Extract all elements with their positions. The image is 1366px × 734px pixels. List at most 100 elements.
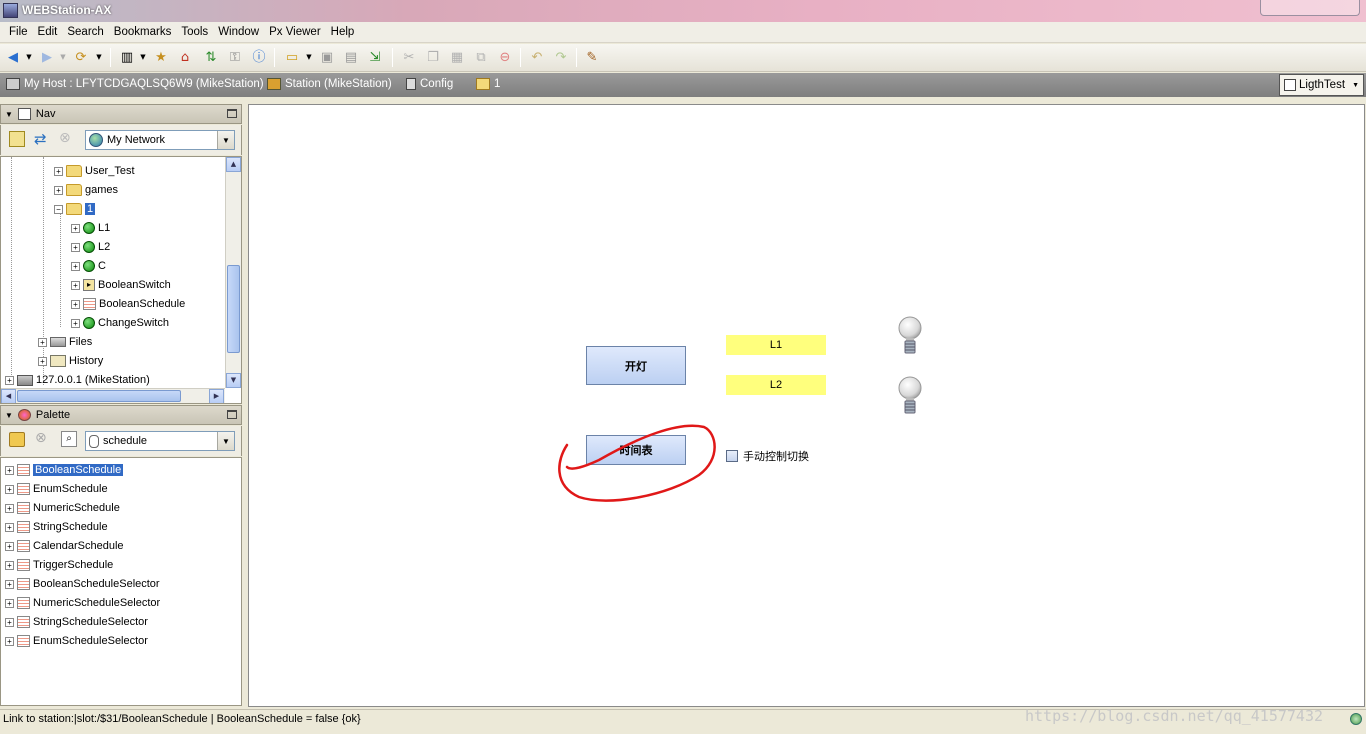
tree-item[interactable]: + User_Test [54,162,135,180]
palette-item[interactable]: + BooleanSchedule [5,461,124,479]
crumb-config[interactable]: Config [406,78,453,90]
menu-window[interactable]: Window [213,26,264,38]
window-controls[interactable] [1260,0,1360,16]
nav-horizontal-scrollbar[interactable]: ◀ ▶ [1,388,225,403]
scroll-thumb[interactable] [227,265,240,353]
open-icon[interactable]: ▭ [283,48,301,66]
maximize-icon[interactable] [227,109,237,118]
menu-bookmarks[interactable]: Bookmarks [109,26,177,38]
light-on-button[interactable]: 开灯 [586,346,686,385]
palette-item[interactable]: + CalendarSchedule [5,537,124,555]
expand-icon[interactable]: + [71,299,80,309]
copy-icon[interactable]: ❐ [424,48,442,66]
menu-help[interactable]: Help [326,26,360,38]
view-selector[interactable]: LigthTest ▼ [1279,74,1364,96]
chevron-down-icon[interactable]: ▼ [217,131,234,149]
tree-item[interactable]: + Files [38,333,92,351]
expand-icon[interactable]: + [71,223,80,233]
lock-icon[interactable]: ⚿ [226,48,244,66]
save-all-icon[interactable]: ▤ [342,48,360,66]
expand-icon[interactable]: + [71,280,80,290]
palette-item[interactable]: + BooleanScheduleSelector [5,575,160,593]
expand-icon[interactable]: + [71,242,80,252]
collapse-icon[interactable]: ▼ [5,110,13,119]
tree-item[interactable]: + games [54,181,118,199]
crumb-host[interactable]: My Host : LFYTCDGAQLSQ6W9 (MikeStation) [6,78,264,90]
scroll-up-icon[interactable]: ▲ [226,157,241,172]
expand-icon[interactable]: + [54,185,63,195]
palette-item[interactable]: + StringSchedule [5,518,108,536]
new-nav-icon[interactable] [9,131,25,147]
manual-toggle-checkbox[interactable]: 手动控制切换 [726,448,809,464]
expand-icon[interactable]: + [5,541,14,551]
palette-item[interactable]: + NumericSchedule [5,499,120,517]
close-icon[interactable]: ⊗ [59,130,71,146]
menu-tools[interactable]: Tools [176,26,213,38]
nav-header[interactable]: ▼ Nav [0,104,242,124]
open-dropdown-icon[interactable]: ▼ [300,48,318,66]
palette-header[interactable]: ▼ Palette [0,405,242,425]
edit-icon[interactable]: ✎ [583,48,601,66]
redo-icon[interactable]: ↷ [552,48,570,66]
export-icon[interactable]: ⇲ [366,48,384,66]
expand-icon[interactable]: + [38,337,47,347]
expand-icon[interactable]: + [5,617,14,627]
palette-select[interactable]: schedule ▼ [85,431,235,451]
refresh-icon[interactable]: ⟳ [72,48,90,66]
paste-icon[interactable]: ▦ [448,48,466,66]
tree-item[interactable]: + History [38,352,103,370]
bookmark-icon[interactable]: ★ [152,48,170,66]
expand-icon[interactable]: + [5,522,14,532]
cut-icon[interactable]: ✂ [400,48,418,66]
expand-icon[interactable]: + [5,503,14,513]
tree-item[interactable]: + BooleanSchedule [71,295,185,313]
scroll-down-icon[interactable]: ▼ [226,373,241,388]
checkbox-box[interactable] [726,450,738,462]
expand-icon[interactable]: + [5,636,14,646]
collapse-icon[interactable]: ▼ [5,411,13,420]
expand-icon[interactable]: + [5,465,14,475]
nav-network-select[interactable]: My Network ▼ [85,130,235,150]
tree-item[interactable]: + ▸ BooleanSwitch [71,276,171,294]
delete-icon[interactable]: ⊖ [496,48,514,66]
expand-icon[interactable]: + [5,375,14,385]
palette-item[interactable]: + NumericScheduleSelector [5,594,160,612]
menu-px-viewer[interactable]: Px Viewer [264,26,326,38]
nav-vertical-scrollbar[interactable]: ▲ ▼ [225,157,241,388]
forward-dropdown-icon[interactable]: ▼ [54,48,72,66]
expand-icon[interactable]: + [5,484,14,494]
tree-item[interactable]: + L1 [71,219,110,237]
maximize-icon[interactable] [227,410,237,419]
expand-icon[interactable]: + [5,560,14,570]
open-palette-icon[interactable] [9,432,25,447]
scroll-right-icon[interactable]: ▶ [209,389,224,403]
refresh-dropdown-icon[interactable]: ▼ [90,48,108,66]
crumb-station[interactable]: Station (MikeStation) [267,78,392,90]
expand-icon[interactable]: + [38,356,47,366]
home-icon[interactable]: ⌂ [176,48,194,66]
collapse-icon[interactable]: − [54,204,63,214]
scroll-left-icon[interactable]: ◀ [1,389,16,403]
side-bar-dropdown-icon[interactable]: ▼ [134,48,152,66]
expand-icon[interactable]: + [71,261,80,271]
crumb-folder[interactable]: 1 [476,78,500,90]
menu-search[interactable]: Search [62,26,108,38]
palette-item[interactable]: + StringScheduleSelector [5,613,148,631]
menu-edit[interactable]: Edit [33,26,63,38]
chevron-down-icon[interactable]: ▼ [217,432,234,450]
tree-item[interactable]: +127.0.0.1 (MikeStation) [5,371,150,389]
tree-item[interactable]: + ChangeSwitch [71,314,169,332]
scroll-thumb[interactable] [17,390,181,402]
expand-icon[interactable]: + [71,318,80,328]
tree-item[interactable]: + L2 [71,238,110,256]
duplicate-icon[interactable]: ⧉ [472,48,490,66]
palette-item[interactable]: + TriggerSchedule [5,556,113,574]
sync-icon[interactable]: ⇄ [34,130,47,148]
search-icon[interactable]: ⌕ [61,431,77,447]
expand-icon[interactable]: + [5,579,14,589]
close-icon[interactable]: ⊗ [35,430,47,446]
back-dropdown-icon[interactable]: ▼ [20,48,38,66]
tree-item[interactable]: + C [71,257,106,275]
palette-item[interactable]: + EnumScheduleSelector [5,632,148,650]
save-icon[interactable]: ▣ [318,48,336,66]
